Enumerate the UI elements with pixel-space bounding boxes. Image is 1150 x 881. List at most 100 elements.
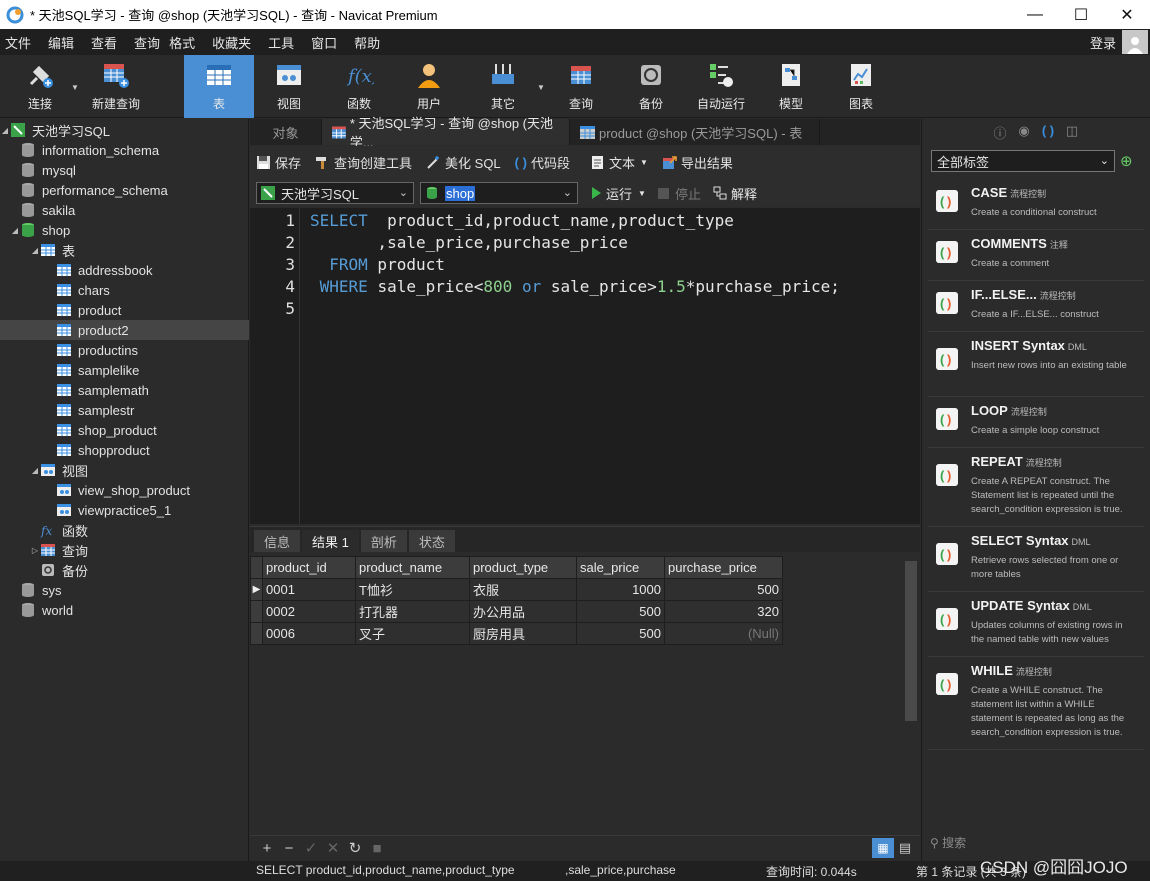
table-cell[interactable]: 500 (576, 622, 665, 645)
sql-editor[interactable]: 1 2 3 4 5 SELECT product_id,product_name… (250, 208, 920, 524)
tree-table-samplelike[interactable]: samplelike (0, 360, 249, 380)
table-cell[interactable]: 厨房用具 (469, 622, 577, 645)
tree-db-sakila[interactable]: sakila (0, 200, 249, 220)
result-scrollbar[interactable] (902, 553, 918, 835)
avatar[interactable] (1122, 30, 1148, 54)
stop-button[interactable]: 停止 (657, 184, 701, 203)
menu-help[interactable]: 帮助 (349, 33, 392, 52)
table-button[interactable]: 表 (184, 55, 254, 118)
other-dropdown-icon[interactable]: ▼ (537, 83, 545, 92)
tree-connection[interactable]: ◢ 天池学习SQL (0, 120, 249, 140)
snippet-item[interactable]: () WHILE 流程控制 Create a WHILE construct. T… (928, 659, 1144, 750)
run-button[interactable]: 运行 ▼ (592, 184, 646, 203)
tree-db-sys[interactable]: sys (0, 580, 249, 600)
database-select[interactable]: shop ⌄ (420, 182, 578, 204)
add-snippet-icon[interactable]: ⊕ (1120, 152, 1133, 170)
other-button[interactable]: 其它 (470, 55, 536, 118)
auto-run-button[interactable]: 自动运行 (688, 55, 754, 118)
chart-button[interactable]: 图表 (828, 55, 894, 118)
apply-icon[interactable]: ✓ (300, 839, 322, 857)
tree-backup-folder[interactable]: 备份 (0, 560, 249, 580)
table-cell[interactable]: 叉子 (355, 622, 470, 645)
collapse-icon[interactable]: ◢ (30, 246, 40, 255)
refresh-icon[interactable]: ↻ (344, 839, 366, 857)
collapse-icon[interactable]: ◢ (10, 226, 20, 235)
tab-query[interactable]: * 天池SQL学习 - 查询 @shop (天池学... (322, 116, 570, 150)
new-query-button[interactable]: 新建查询 (86, 55, 146, 118)
backup-button[interactable]: 备份 (618, 55, 684, 118)
discard-icon[interactable]: ✕ (322, 839, 344, 857)
table-cell[interactable]: 0002 (262, 600, 356, 623)
stop-icon[interactable]: ■ (366, 840, 388, 857)
delete-row-icon[interactable]: − (278, 840, 300, 857)
code-snippet-icon[interactable]: ( ) (1036, 123, 1060, 142)
tab-info[interactable]: 信息 (254, 530, 301, 552)
tree-db-performance-schema[interactable]: performance_schema (0, 180, 249, 200)
close-button[interactable]: ✕ (1104, 0, 1150, 29)
query-button[interactable]: 查询 (548, 55, 614, 118)
menu-edit[interactable]: 编辑 (43, 33, 86, 52)
menu-favorites[interactable]: 收藏夹 (207, 33, 263, 52)
connect-button[interactable]: 连接 (12, 55, 68, 118)
snippet-item[interactable]: () CASE 流程控制 Create a conditional constru… (928, 181, 1144, 230)
maximize-button[interactable]: ☐ (1058, 0, 1104, 29)
table-cell[interactable]: 500 (576, 600, 665, 623)
tree-functions-folder[interactable]: fx 函数 (0, 520, 249, 540)
snippet-item[interactable]: () SELECT Syntax DML Retrieve rows select… (928, 529, 1144, 592)
menu-tools[interactable]: 工具 (263, 33, 306, 52)
column-header[interactable]: sale_price (576, 556, 665, 579)
tab-result-1[interactable]: 结果 1 (302, 530, 359, 552)
table-row[interactable]: ▶ 0001 T恤衫 衣服 1000 500 (250, 578, 783, 601)
form-view-icon[interactable]: ▤ (894, 840, 916, 856)
snippet-item[interactable]: () LOOP 流程控制 Create a simple loop constru… (928, 399, 1144, 448)
tree-view-viewpractice5-1[interactable]: viewpractice5_1 (0, 500, 249, 520)
model-button[interactable]: 模型 (758, 55, 824, 118)
function-button[interactable]: f(x) 函数 (326, 55, 392, 118)
tree-table-addressbook[interactable]: addressbook (0, 260, 249, 280)
snippet-search[interactable]: ⚲ 搜索 (930, 834, 966, 851)
export-results-button[interactable]: 导出结果 (662, 153, 733, 172)
menu-view[interactable]: 查看 (86, 33, 129, 52)
run-dropdown-icon[interactable]: ▼ (638, 189, 646, 198)
tab-product-table[interactable]: product @shop (天池学习SQL) - 表 (570, 119, 820, 145)
tree-table-shop-product[interactable]: shop_product (0, 420, 249, 440)
table-cell[interactable]: (Null) (664, 622, 783, 645)
tab-objects[interactable]: 对象 (250, 119, 322, 145)
table-row[interactable]: 0006 叉子 厨房用具 500 (Null) (250, 622, 783, 645)
query-builder-button[interactable]: 查询创建工具 (315, 153, 412, 172)
tree-table-samplemath[interactable]: samplemath (0, 380, 249, 400)
table-cell[interactable]: 办公用品 (469, 600, 577, 623)
table-cell[interactable]: 衣服 (469, 578, 577, 601)
tree-table-product2[interactable]: product2 (0, 320, 249, 340)
column-header[interactable]: purchase_price (664, 556, 783, 579)
minimize-button[interactable]: — (1012, 0, 1058, 29)
layout-icon[interactable]: ◫ (1060, 123, 1084, 142)
tree-queries-folder[interactable]: ▷ 查询 (0, 540, 249, 560)
beautify-sql-button[interactable]: 美化 SQL (426, 153, 501, 172)
tree-db-information-schema[interactable]: information_schema (0, 140, 249, 160)
text-dropdown-icon[interactable]: ▼ (640, 158, 648, 167)
menu-format[interactable]: 格式 (164, 33, 207, 52)
text-button[interactable]: 文本 ▼ (590, 153, 648, 172)
tree-tables-folder[interactable]: ◢ 表 (0, 240, 249, 260)
table-cell[interactable]: 320 (664, 600, 783, 623)
table-row[interactable]: 0002 打孔器 办公用品 500 320 (250, 600, 783, 623)
grid-view-icon[interactable]: ▦ (872, 838, 894, 858)
tree-view-view-shop-product[interactable]: view_shop_product (0, 480, 249, 500)
view-button[interactable]: 视图 (256, 55, 322, 118)
connection-select[interactable]: 天池学习SQL ⌄ (256, 182, 414, 204)
tree-table-productins[interactable]: productins (0, 340, 249, 360)
table-cell[interactable]: 0001 (262, 578, 356, 601)
tab-status[interactable]: 状态 (408, 530, 455, 552)
add-row-icon[interactable]: + (256, 840, 278, 857)
scrollbar-thumb[interactable] (905, 561, 917, 721)
column-header[interactable]: product_name (355, 556, 470, 579)
table-cell[interactable]: 500 (664, 578, 783, 601)
connect-dropdown-icon[interactable]: ▼ (71, 83, 79, 92)
tree-db-mysql[interactable]: mysql (0, 160, 249, 180)
snippet-item[interactable]: () INSERT Syntax DML Insert new rows into… (928, 334, 1144, 397)
tab-profile[interactable]: 剖析 (360, 530, 407, 552)
snippet-item[interactable]: () COMMENTS 注释 Create a comment (928, 232, 1144, 281)
table-cell[interactable]: 打孔器 (355, 600, 470, 623)
snippet-item[interactable]: () UPDATE Syntax DML Updates columns of e… (928, 594, 1144, 657)
